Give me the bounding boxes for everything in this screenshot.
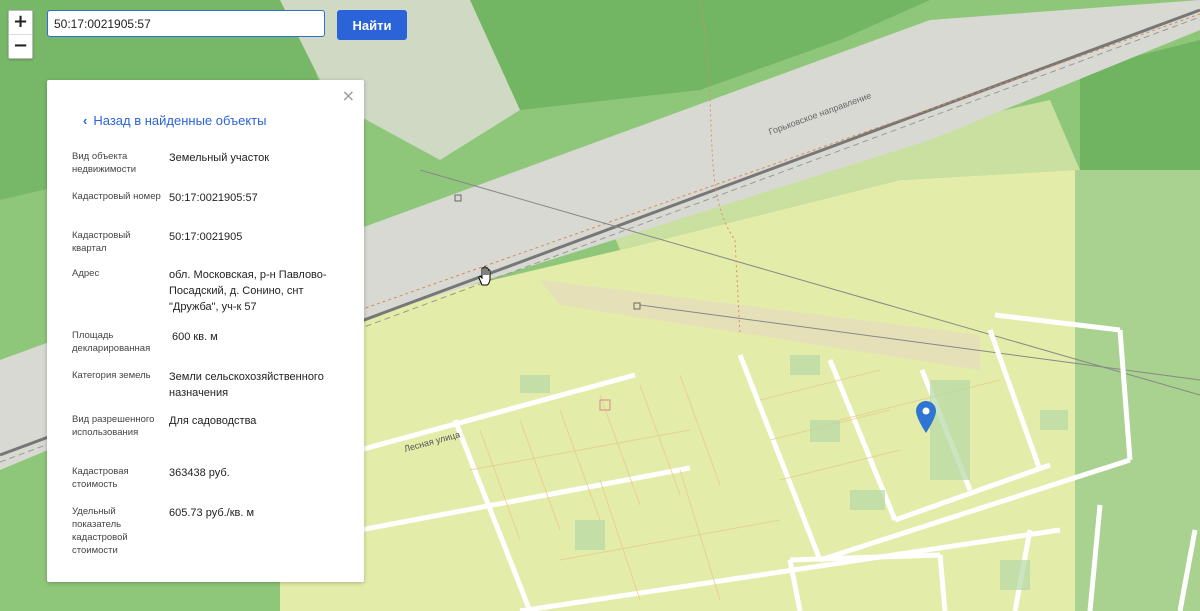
field-label: Кадастровый квартал <box>72 230 131 254</box>
field-label: Вид разрешенного использования <box>72 414 155 438</box>
field-value: 50:17:0021905:57 <box>169 192 258 204</box>
back-to-results-link[interactable]: ‹ Назад в найденные объекты <box>83 113 266 128</box>
field-value: 605.73 руб./кв. м <box>169 507 255 519</box>
find-button[interactable]: Найти <box>337 10 407 40</box>
field-value: 363438 руб. <box>169 467 230 479</box>
zoom-control: + − <box>8 10 33 59</box>
field-value: 50:17:0021905 <box>169 231 243 243</box>
back-link-label: Назад в найденные объекты <box>93 113 267 128</box>
field-value: Для садоводства <box>169 415 257 427</box>
location-pin-icon[interactable] <box>916 401 936 433</box>
field-label: Адрес <box>72 268 100 279</box>
field-label: Площадь декларированная <box>72 330 151 354</box>
chevron-left-icon: ‹ <box>83 113 88 128</box>
field-value: 600 кв. м <box>172 331 218 343</box>
zoom-out-button[interactable]: − <box>9 34 32 58</box>
field-label: Удельный показатель кадастровой стоимост… <box>72 506 128 556</box>
field-value: Земли сельскохозяйственного назначения <box>169 371 324 399</box>
object-info-panel: × ‹ Назад в найденные объекты Вид объекта… <box>47 80 364 582</box>
field-label: Категория земель <box>72 370 151 381</box>
field-value: обл. Московская, р-н Павлово-Посадский, … <box>169 269 327 313</box>
field-label: Кадастровая стоимость <box>72 466 129 490</box>
field-label: Вид объекта недвижимости <box>72 151 137 175</box>
search-input[interactable] <box>47 10 325 37</box>
field-value: Земельный участок <box>169 152 270 164</box>
close-icon[interactable]: × <box>342 86 355 105</box>
field-label: Кадастровый номер <box>72 191 161 202</box>
zoom-in-button[interactable]: + <box>9 11 32 34</box>
hand-cursor-icon <box>478 266 491 286</box>
